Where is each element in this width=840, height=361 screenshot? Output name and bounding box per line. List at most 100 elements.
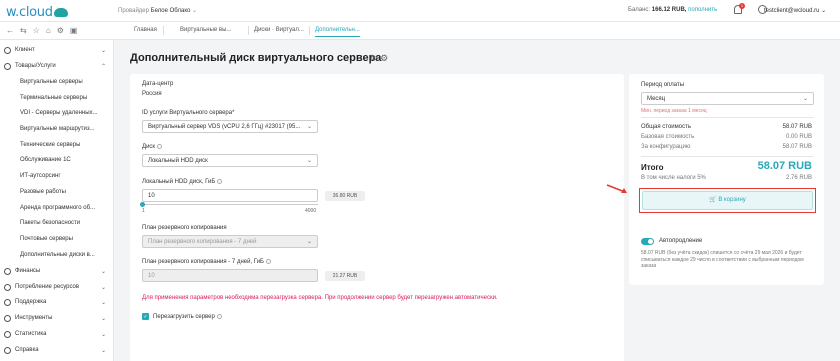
finance-icon	[4, 267, 11, 275]
tab-additional-disk[interactable]: Дополнительн...	[315, 27, 360, 37]
sidebar-subitem[interactable]: ИТ-аутсорсинг	[20, 170, 112, 182]
tab-virtual-servers[interactable]: Виртуальные вы...	[180, 27, 231, 33]
sidebar-item-finance[interactable]: Финансы ⌄	[4, 265, 110, 277]
gear-icon[interactable]: ⚙	[380, 53, 388, 63]
home-icon[interactable]: ⌂	[46, 26, 51, 35]
sidebar-item-support[interactable]: Поддержка ⌄	[4, 296, 110, 308]
backup-size-value: 10	[148, 273, 155, 279]
service-id-select[interactable]: Виртуальный сервер VDS (vCPU 2,6 ГГц) #2…	[142, 120, 318, 133]
provider-name: Белое Облако	[150, 8, 191, 14]
autorenew-card: Автопродление 58.07 RUB (без учёта скидо…	[629, 229, 824, 285]
sidebar-item-statistics[interactable]: Статистика ⌄	[4, 328, 110, 340]
period-label: Период оплаты	[641, 82, 685, 88]
chevron-down-icon: ⌄	[802, 96, 808, 102]
sidebar-subitem[interactable]: Технические серверы	[20, 139, 112, 151]
sidebar-item-tools[interactable]: Инструменты ⌄	[4, 312, 110, 324]
star-icon[interactable]: ☆	[33, 26, 40, 35]
disk-select[interactable]: Локальный HDD диск ⌄	[142, 154, 318, 167]
hdd-slider-thumb[interactable]	[140, 202, 145, 207]
sidebar-item-label: Клиент	[15, 47, 35, 53]
provider-selector[interactable]: Провайдер Белое Облако ⌄	[118, 7, 197, 14]
reboot-checkbox[interactable]: ✓	[142, 313, 149, 320]
hdd-slider-track[interactable]	[142, 204, 318, 205]
add-to-cart-button[interactable]: 🛒 В корзину	[642, 191, 813, 210]
user-menu[interactable]: testclient@wcloud.ru ⌄	[764, 7, 826, 14]
service-id-label: ID услуги Виртуального сервера*	[142, 110, 235, 116]
reboot-checkbox-label[interactable]: Перезагрузить сервер	[153, 314, 222, 320]
tab-disks[interactable]: Диски · Виртуал...	[254, 27, 304, 33]
sidebar-subitem[interactable]: VDI - Серверы удаленных...	[20, 107, 112, 119]
sidebar: Клиент ⌄ Товары/Услуги ⌃ Виртуальные сер…	[0, 40, 114, 361]
sidebar-subitem[interactable]: Аренда программного об...	[20, 202, 112, 214]
balance: Баланс: 166.12 RUB, пополнить	[628, 7, 717, 13]
logo[interactable]: w.cloud	[6, 5, 68, 20]
disk-label-text: Диск	[142, 144, 156, 151]
sidebar-subitem[interactable]: Почтовые серверы	[20, 233, 112, 245]
disk-value: Локальный HDD диск	[148, 158, 208, 164]
sidebar-item-consumption[interactable]: Потребление ресурсов ⌄	[4, 281, 110, 293]
sidebar-subitem-active[interactable]: Дополнительные диски в...	[20, 249, 112, 261]
balance-value: 166.12 RUB,	[651, 7, 687, 13]
disk-label: Диск	[142, 144, 163, 151]
chevron-down-icon: ⌄	[100, 347, 106, 354]
back-icon[interactable]: ←	[6, 26, 14, 35]
sidebar-subitem[interactable]: Виртуальные маршрутиз...	[20, 123, 112, 135]
settings-icon[interactable]: ⚙	[57, 26, 64, 35]
sidebar-item-products[interactable]: Товары/Услуги ⌃	[4, 60, 110, 72]
main-content: Дополнительный диск виртуального сервера…	[114, 40, 840, 361]
page-title: Дополнительный диск виртуального сервера	[130, 52, 382, 64]
refresh-icon[interactable]: ↻	[370, 53, 378, 63]
window-icon[interactable]: ▣	[70, 26, 78, 35]
info-icon	[265, 259, 271, 264]
sidebar-subitem[interactable]: Разовые работы	[20, 186, 112, 198]
divider	[641, 156, 814, 157]
period-value: Месяц	[647, 96, 666, 102]
backup-plan-label: План резервного копирования	[142, 225, 227, 231]
username: testclient@wcloud.ru	[764, 8, 820, 14]
sidebar-subitem[interactable]: Обслуживание 1С	[20, 154, 112, 166]
sidebar-subitem[interactable]: Виртуальные серверы	[20, 76, 112, 88]
sidebar-item-label: Товары/Услуги	[15, 63, 56, 69]
topup-link[interactable]: пополнить	[688, 7, 717, 13]
total-cost-value: 58.07 RUB	[782, 124, 812, 130]
reboot-label-text: Перезагрузить сервер	[153, 314, 215, 321]
period-select[interactable]: Месяц ⌄	[641, 92, 814, 105]
logo-text: w.cloud	[6, 5, 53, 20]
notification-badge: 1	[739, 3, 745, 9]
chevron-down-icon: ⌄	[100, 284, 106, 291]
support-icon	[4, 298, 11, 306]
backup-size-label-text: План резервного копирования - 7 дней, Ги…	[142, 259, 264, 266]
backup-plan-value: План резервного копирования - 7 дней	[148, 239, 257, 245]
backup-price: 21.27 RUB	[325, 271, 365, 281]
sidebar-item-label: Инструменты	[15, 315, 53, 321]
sidebar-item-help[interactable]: Справка ⌄	[4, 344, 110, 356]
config-form: Дата-центр Россия ID услуги Виртуального…	[130, 74, 624, 361]
total-label: Итого	[641, 163, 664, 172]
service-id-value: Виртуальный сервер VDS (vCPU 2,6 ГГц) #2…	[148, 124, 301, 130]
chevron-down-icon: ⌄	[100, 47, 106, 54]
info-icon	[157, 144, 163, 149]
chevron-down-icon: ⌄	[100, 299, 106, 306]
hdd-size-value: 10	[148, 193, 155, 199]
sync-icon[interactable]: ⇆	[20, 26, 27, 35]
chevron-down-icon: ⌄	[100, 331, 106, 338]
info-icon	[217, 179, 223, 184]
tab-home[interactable]: Главная	[134, 27, 157, 33]
statistics-icon	[4, 330, 11, 338]
autorenew-toggle[interactable]	[641, 238, 654, 245]
tab-divider	[248, 26, 249, 35]
sidebar-subitem[interactable]: Терминальные серверы	[20, 92, 112, 104]
backup-plan-select: План резервного копирования - 7 дней ⌄	[142, 235, 318, 248]
tax-value: 2.76 RUB	[785, 175, 812, 181]
chevron-down-icon: ⌄	[306, 158, 312, 164]
base-cost-label: Базовая стоимость	[641, 134, 695, 140]
hdd-size-input[interactable]: 10	[142, 189, 318, 202]
slider-max: 4000	[305, 208, 317, 214]
bell-icon[interactable]: 1	[734, 3, 745, 14]
sidebar-subitem[interactable]: Пакеты безопасности	[20, 217, 112, 229]
sidebar-item-label: Статистика	[15, 331, 47, 337]
chevron-down-icon: ⌄	[306, 239, 312, 245]
products-icon	[4, 62, 11, 70]
backup-size-input: 10	[142, 269, 318, 282]
sidebar-item-client[interactable]: Клиент ⌄	[4, 44, 110, 56]
